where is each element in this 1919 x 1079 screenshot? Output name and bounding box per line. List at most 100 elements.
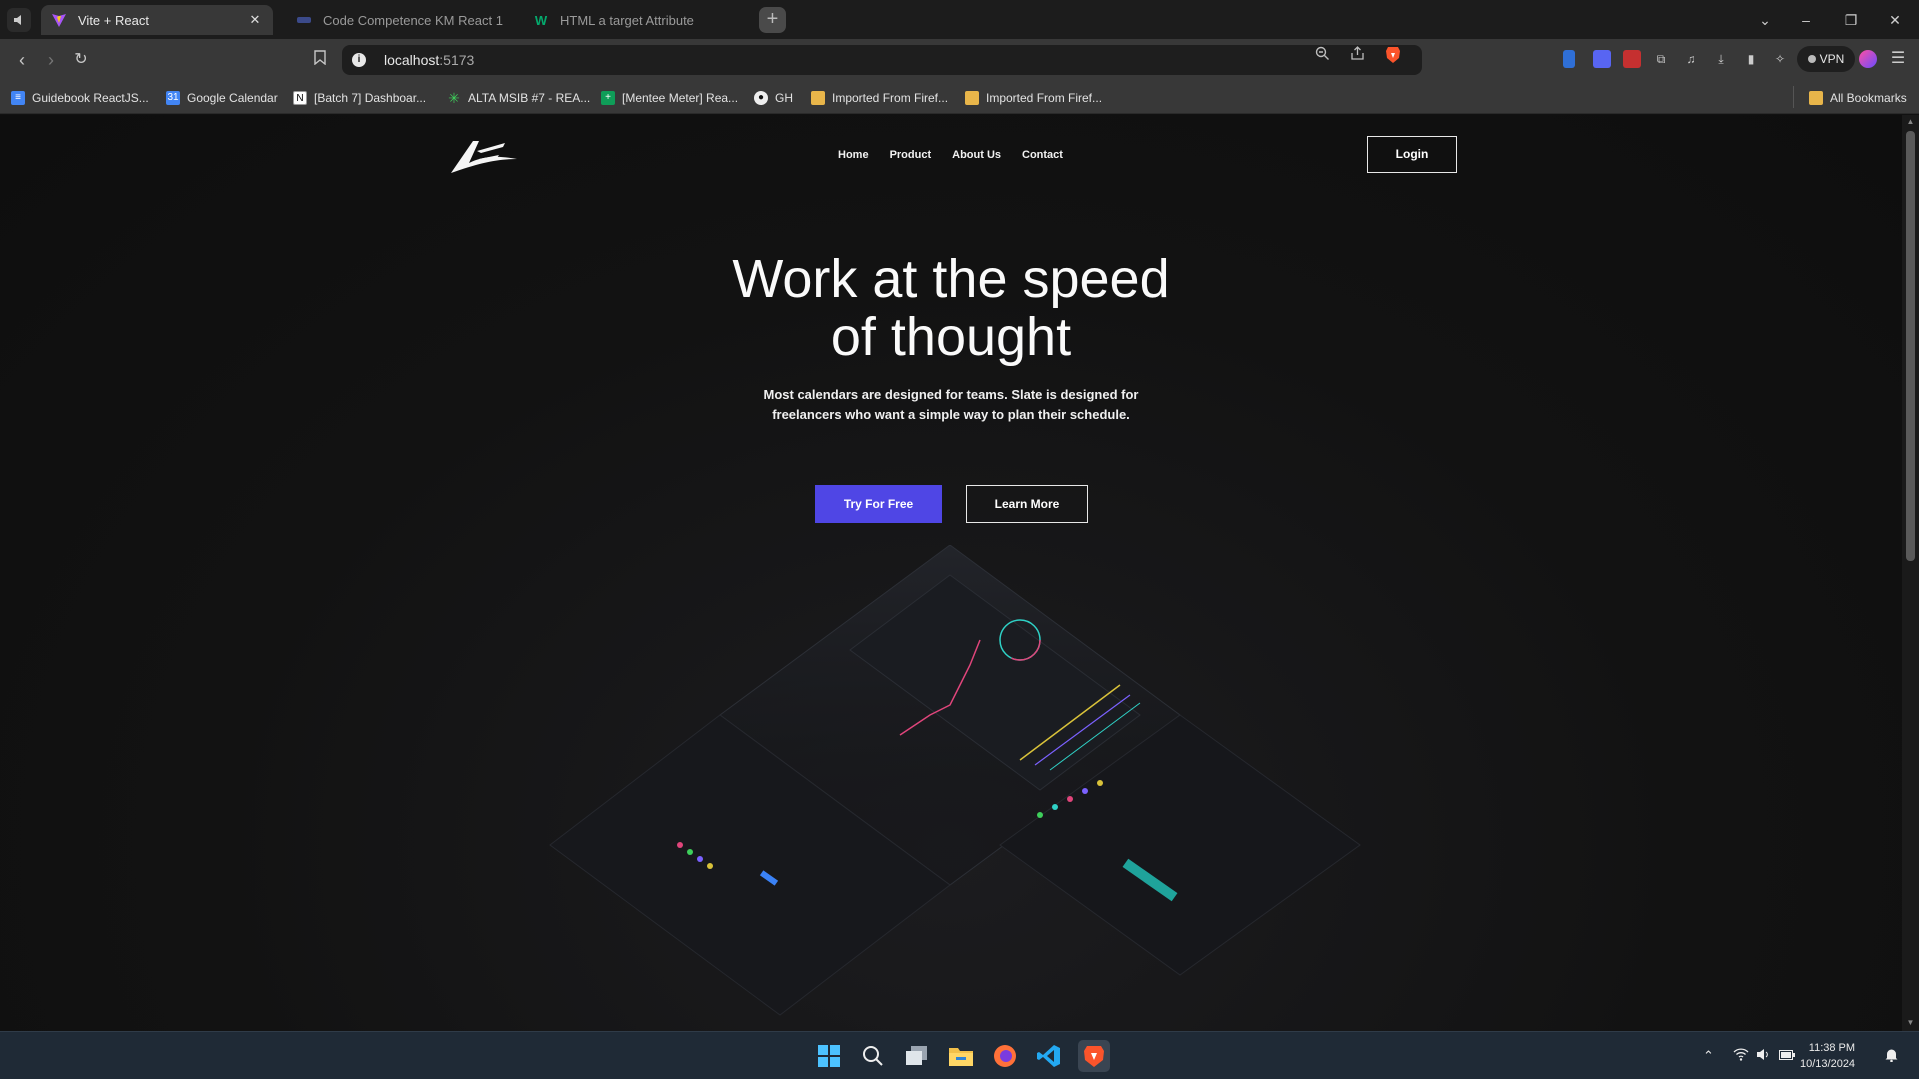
folder-icon [811, 91, 825, 105]
bookmark-label: [Batch 7] Dashboar... [314, 91, 427, 105]
brave-taskbar-icon[interactable] [1078, 1040, 1110, 1072]
search-icon[interactable] [857, 1040, 889, 1072]
forward-icon[interactable]: › [39, 48, 63, 72]
download-icon[interactable]: ⤓ [1712, 50, 1730, 68]
nav-contact[interactable]: Contact [1022, 149, 1063, 161]
bookmark-gh[interactable]: ● GH [754, 88, 793, 108]
bookmark-all-bookmarks[interactable]: All Bookmarks [1809, 88, 1907, 108]
bookmark-folder-imported-2[interactable]: Imported From Firef... [965, 88, 1102, 108]
reload-icon[interactable]: ↻ [69, 48, 93, 72]
login-button[interactable]: Login [1367, 136, 1457, 173]
tab-label: Code Competence KM React 1 – ON [323, 12, 504, 28]
tab-code-competence[interactable]: Code Competence KM React 1 – ON [286, 5, 514, 35]
bookmark-label: Imported From Firef... [986, 91, 1103, 105]
github-icon: ● [754, 91, 768, 105]
calendar-icon: 31 [166, 91, 180, 105]
tab-search-chevron-icon[interactable]: ⌄ [1753, 8, 1777, 32]
bookmark-guidebook[interactable]: ≡ Guidebook ReactJS... [11, 88, 149, 108]
vscode-icon[interactable] [1033, 1040, 1065, 1072]
clock-date: 10/13/2024 [1800, 1058, 1856, 1070]
back-icon[interactable]: ‹ [10, 48, 34, 72]
try-for-free-button[interactable]: Try For Free [815, 485, 942, 523]
zoom-icon[interactable] [1313, 46, 1331, 64]
nav-home[interactable]: Home [838, 149, 869, 161]
bookmark-alta-msib[interactable]: ✳ ALTA MSIB #7 - REA... [447, 88, 590, 108]
tab-close-icon[interactable]: ✕ [247, 12, 263, 28]
hero-title: Work at the speed of thought [600, 250, 1302, 366]
share-icon[interactable] [1348, 46, 1366, 64]
address-bar[interactable]: i localhost:5173 [342, 45, 1422, 75]
folder-icon [1809, 91, 1823, 105]
site-info-icon[interactable]: i [352, 53, 366, 67]
battery-icon[interactable] [1779, 1048, 1795, 1063]
learn-more-button[interactable]: Learn More [966, 485, 1088, 523]
bookmark-label: All Bookmarks [1830, 91, 1907, 105]
tab-html-target[interactable]: W HTML a target Attribute [523, 5, 751, 35]
nav-product[interactable]: Product [890, 149, 932, 161]
bookmark-label: GH [775, 91, 793, 105]
tab-strip: Vite + React ✕ Code Competence KM React … [0, 0, 1919, 39]
extension-docs-icon[interactable] [1563, 50, 1575, 68]
system-clock[interactable]: 11:38 PM 10/13/2024 [1800, 1040, 1855, 1072]
extension-red-icon[interactable] [1623, 50, 1641, 68]
extension-discord-icon[interactable] [1593, 50, 1611, 68]
bookmark-folder-imported-1[interactable]: Imported From Firef... [811, 88, 948, 108]
task-view-icon[interactable] [901, 1040, 933, 1072]
asterisk-icon: ✳ [448, 90, 460, 106]
scrollbar-thumb[interactable] [1906, 131, 1915, 561]
tab-vite-react[interactable]: Vite + React ✕ [41, 5, 273, 35]
bookmark-mentee-meter[interactable]: + [Mentee Meter] Rea... [601, 88, 738, 108]
page-scrollbar[interactable]: ▲ ▼ [1902, 115, 1919, 1031]
docs-icon: ≡ [11, 91, 25, 105]
hero-subtitle-line: Most calendars are designed for teams. S… [763, 387, 1139, 402]
browser-toolbar: ‹ › ↻ i localhost:5173 ⧉ ♫ ⤓ ▮ ✧ VPN ☰ [0, 39, 1919, 81]
bookmark-google-calendar[interactable]: 31 Google Calendar [166, 88, 278, 108]
clock-time: 11:38 PM [1808, 1042, 1856, 1054]
bookmark-label: Guidebook ReactJS... [32, 91, 149, 105]
file-explorer-icon[interactable] [945, 1040, 977, 1072]
extensions-puzzle-icon[interactable]: ⧉ [1652, 50, 1670, 68]
media-icon[interactable]: ♫ [1682, 50, 1700, 68]
minimize-icon[interactable]: – [1794, 8, 1818, 32]
bookmark-label: ALTA MSIB #7 - REA... [468, 91, 591, 105]
vite-icon [51, 12, 67, 28]
scroll-down-icon[interactable]: ▼ [1906, 1018, 1915, 1027]
tab-audio-icon[interactable] [7, 8, 31, 32]
new-tab-button[interactable]: + [759, 7, 786, 33]
windows-taskbar: ⌃ 11:38 PM 10/13/2024 [0, 1031, 1919, 1079]
close-window-icon[interactable]: ✕ [1883, 8, 1907, 32]
menu-icon[interactable]: ☰ [1889, 50, 1907, 68]
hero-subtitle: Most calendars are designed for teams. S… [740, 385, 1162, 425]
bookmark-label: [Mentee Meter] Rea... [622, 91, 739, 105]
address-url: localhost:5173 [384, 52, 475, 68]
tab-label: HTML a target Attribute [560, 12, 694, 28]
volume-icon[interactable] [1756, 1048, 1770, 1064]
bookmarks-bar: ≡ Guidebook ReactJS... 31 Google Calenda… [0, 81, 1919, 114]
vpn-button[interactable]: VPN [1797, 46, 1855, 72]
nav-about-us[interactable]: About Us [952, 149, 1001, 161]
notification-bell-icon[interactable] [1885, 1048, 1898, 1065]
bookmark-label: Imported From Firef... [832, 91, 949, 105]
bookmark-batch7[interactable]: N [Batch 7] Dashboar... [293, 88, 426, 108]
firefox-icon[interactable] [989, 1040, 1021, 1072]
wifi-icon[interactable] [1733, 1048, 1749, 1064]
tray-overflow-icon[interactable]: ⌃ [1703, 1048, 1714, 1064]
vpn-status-icon [1807, 55, 1816, 63]
bookmark-page-icon[interactable] [308, 48, 332, 72]
scroll-up-icon[interactable]: ▲ [1906, 117, 1915, 126]
brave-shields-icon[interactable] [1384, 46, 1402, 64]
restore-icon[interactable]: ❐ [1839, 8, 1863, 32]
windows-start-icon[interactable] [813, 1040, 845, 1072]
wallet-icon[interactable] [1859, 50, 1877, 68]
sheets-icon: + [601, 91, 615, 105]
tab-label: Vite + React [78, 12, 149, 28]
sidebar-icon[interactable]: ▮ [1742, 50, 1760, 68]
hero-subtitle-line: freelancers who want a simple way to pla… [772, 407, 1130, 422]
w3schools-icon: W [534, 12, 548, 28]
hero-title-line: Work at the speed [732, 249, 1170, 309]
folder-icon [965, 91, 979, 105]
leo-ai-icon[interactable]: ✧ [1771, 50, 1789, 68]
brand-logo[interactable] [447, 137, 521, 177]
vpn-label: VPN [1819, 52, 1845, 66]
main-nav: Home Product About Us Contact [838, 149, 1063, 161]
